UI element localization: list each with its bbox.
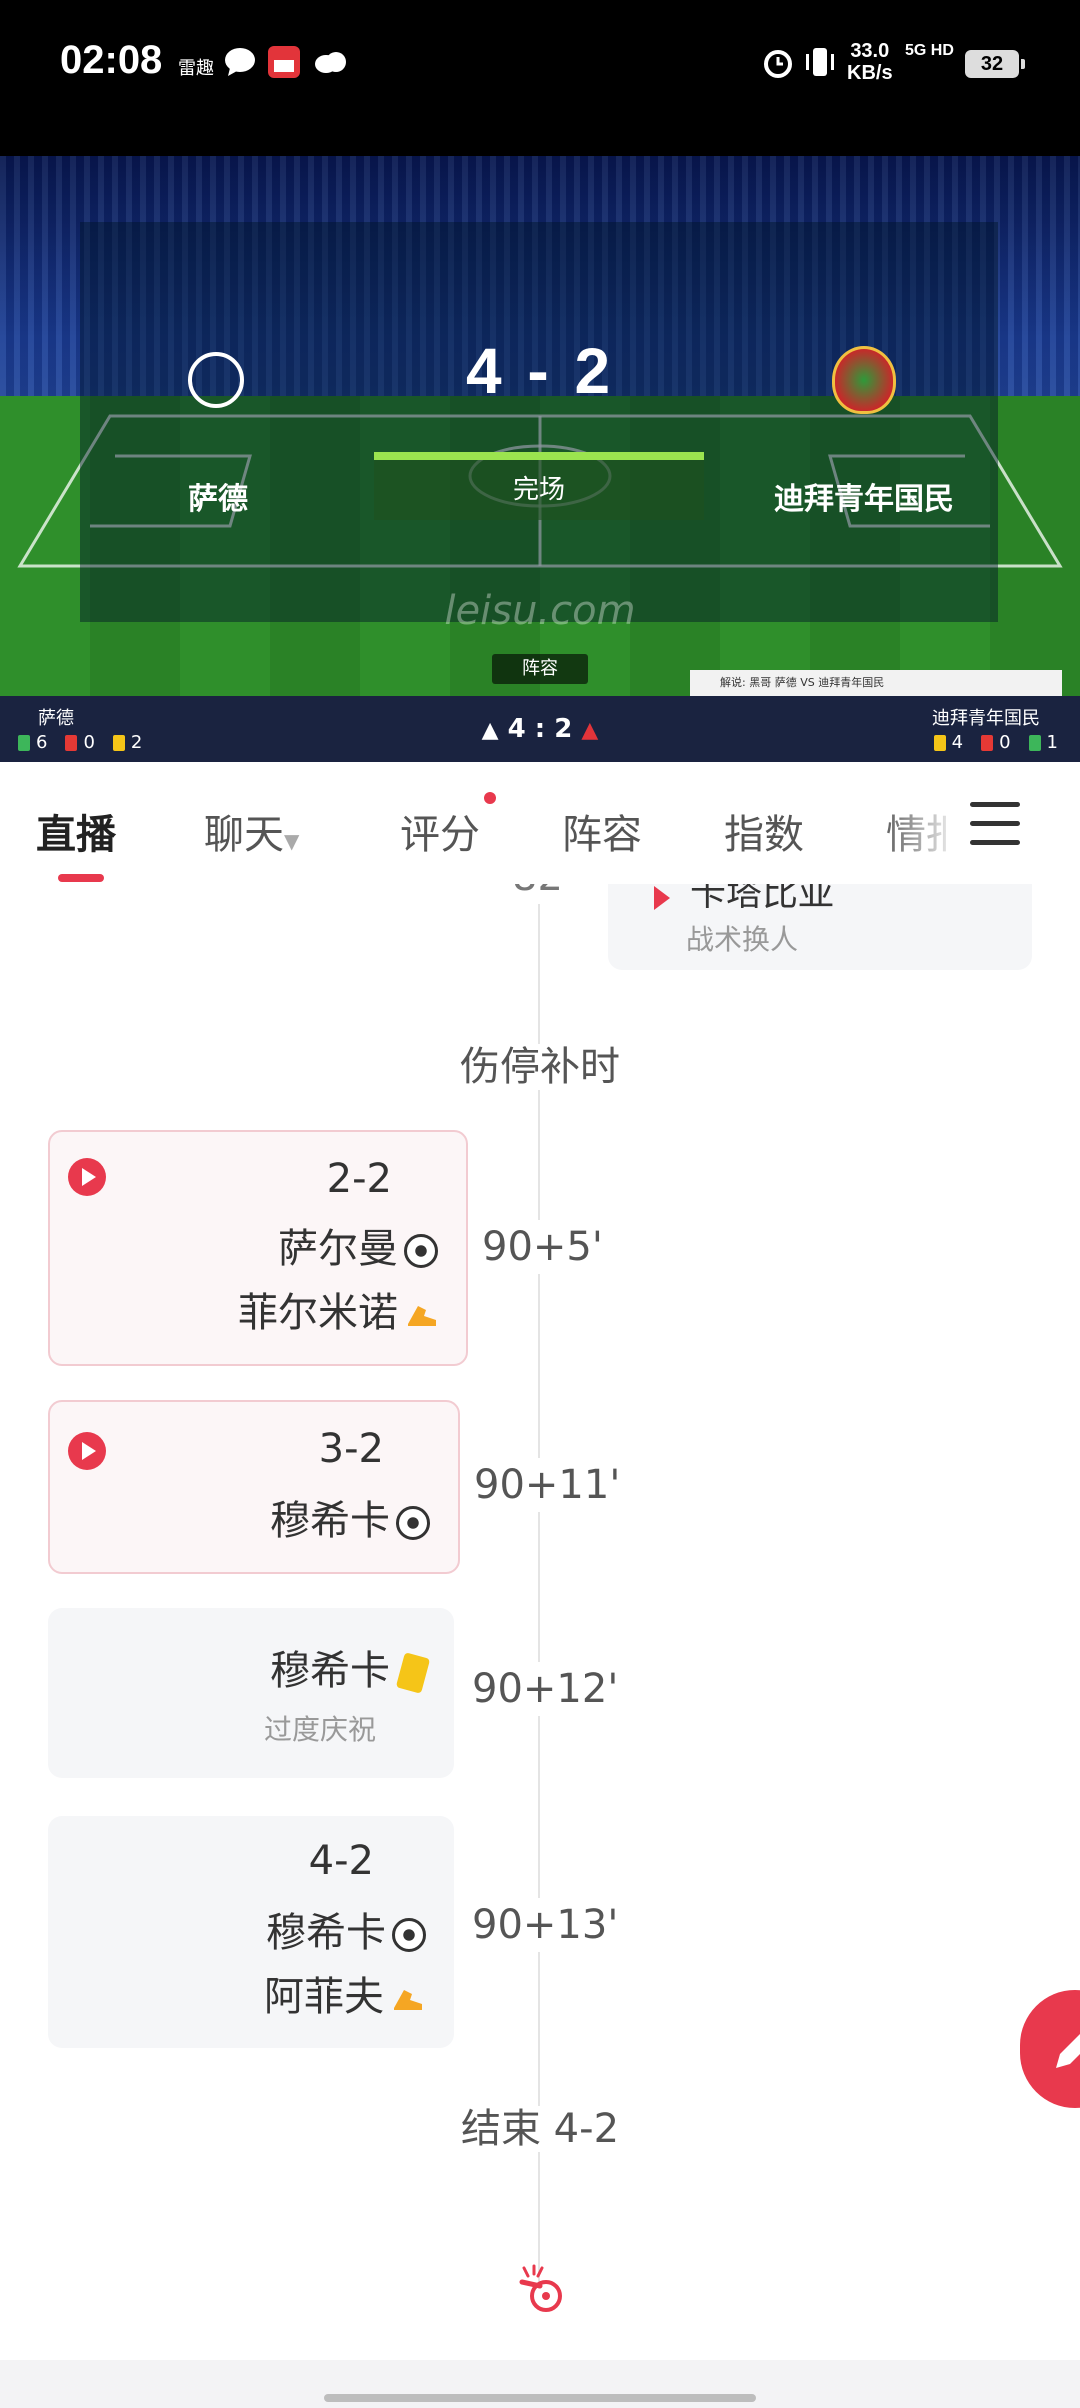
event-score: 3-2	[318, 1426, 384, 1472]
chat-bubble-icon	[225, 48, 255, 76]
tab-bar: 直播 聊天▼ 评分 阵容 指数 情报	[0, 762, 1080, 884]
card-player: 穆希卡	[270, 1638, 431, 1696]
away-yellow-value: 4	[951, 732, 964, 753]
scorer-name: 穆希卡	[270, 1498, 390, 1544]
network-type: 5G HD	[905, 42, 954, 59]
sub-in-arrow-icon	[654, 886, 670, 910]
event-minute: 90+12'	[466, 1662, 625, 1716]
status-app-label: 雷趣	[178, 58, 214, 79]
scorer-name: 萨尔曼	[278, 1226, 398, 1272]
play-icon[interactable]	[68, 1432, 106, 1470]
red-card-icon	[981, 735, 994, 751]
match-score: 4 - 2	[465, 335, 615, 407]
event-minute: 82	[506, 884, 569, 904]
speed-value: 33.0	[850, 40, 890, 62]
match-status: 完场	[374, 460, 704, 520]
vibrate-icon	[806, 48, 834, 76]
soccer-ball-icon	[404, 1234, 438, 1268]
corner-flag-icon	[1028, 735, 1041, 751]
battery-icon: 32	[965, 50, 1025, 78]
assist-name: 菲尔米诺	[238, 1290, 398, 1336]
tab-lineup[interactable]: 阵容	[562, 802, 642, 860]
tab-chat[interactable]: 聊天▼	[204, 802, 299, 860]
speed-unit: KB/s	[847, 62, 893, 84]
goal-scorer: 穆希卡	[270, 1488, 430, 1546]
yellow-card-icon	[395, 1652, 431, 1694]
away-team-name: 迪拜青年国民	[774, 482, 954, 517]
commentator-banner: 解说: 黑哥 萨德 VS 迪拜青年国民	[690, 670, 1062, 696]
away-yellow-cards: 4	[933, 732, 964, 753]
stoppage-time-text: 伤停补时	[452, 1044, 628, 1090]
yellow-card-icon	[933, 735, 946, 751]
status-time: 02:08	[60, 38, 163, 82]
tab-fade	[880, 762, 960, 884]
assist-player: 阿菲夫	[264, 1964, 426, 2022]
match-hero[interactable]: 4 - 2 萨德 迪拜青年国民 完场 leisu.com 阵容 解说: 黑哥 萨…	[0, 156, 1080, 696]
event-score: 4-2	[308, 1838, 374, 1884]
event-score: 2-2	[326, 1156, 392, 1202]
strip-score: ▲ 4 : 2 ▲	[481, 714, 599, 744]
home-team-name: 萨德	[188, 482, 248, 517]
event-minute: 90+5'	[476, 1220, 609, 1274]
watermark: leisu.com	[444, 588, 636, 634]
lineup-button-label: 阵容	[522, 658, 558, 679]
sub-player: 卡塔比亚	[690, 884, 835, 908]
soccer-ball-icon	[392, 1918, 426, 1952]
lineup-button[interactable]: 阵容	[492, 654, 588, 684]
event-minute: 90+13'	[466, 1898, 625, 1952]
tab-live[interactable]: 直播	[36, 802, 116, 860]
network-speed: 33.0 KB/s	[847, 40, 893, 84]
away-corners-value: 1	[1046, 732, 1058, 753]
tab-chat-label: 聊天	[204, 812, 284, 858]
boot-icon	[408, 1306, 436, 1326]
event-minute: 90+11'	[468, 1458, 627, 1512]
sub-note: 战术换人	[686, 923, 799, 956]
away-corners: 1	[1028, 732, 1058, 753]
tab-odds[interactable]: 指数	[724, 802, 804, 860]
tab-rating[interactable]: 评分	[400, 802, 480, 860]
strip-away-name: 迪拜青年国民	[932, 708, 1040, 729]
away-red-cards: 0	[981, 732, 1011, 753]
card-player-name: 穆希卡	[270, 1648, 390, 1694]
chevron-down-icon: ▼	[284, 829, 300, 853]
edit-icon	[1056, 2034, 1080, 2068]
score-overlay	[80, 222, 998, 622]
home-shirt-icon: ▲	[481, 718, 499, 743]
assist-player: 菲尔米诺	[238, 1280, 440, 1338]
match-end-text: 结束 4-2	[452, 2106, 628, 2152]
stoppage-time-label: 伤停补时	[0, 1034, 1080, 1092]
goal-event-card[interactable]: 4-2 穆希卡 阿菲夫	[48, 1816, 454, 2048]
match-end-label: 结束 4-2	[0, 2096, 1080, 2154]
hamburger-menu-icon[interactable]	[970, 802, 1020, 846]
strip-away-score: 2	[554, 714, 573, 744]
app-notification-icon	[268, 46, 300, 78]
boot-icon	[394, 1990, 422, 2010]
goal-event-card[interactable]: 3-2 穆希卡	[48, 1400, 460, 1574]
timeline-axis	[538, 884, 540, 2284]
commentator-text: 解说: 黑哥 萨德 VS 迪拜青年国民	[720, 676, 885, 689]
home-indicator[interactable]	[324, 2394, 756, 2402]
scoreboard-strip: 萨德 6 0 2 ▲ 4 : 2 ▲ 迪拜青年国民 4 0 1	[0, 696, 1080, 762]
goal-event-card[interactable]: 2-2 萨尔曼 菲尔米诺	[48, 1130, 468, 1366]
card-reason: 过度庆祝	[263, 1713, 376, 1746]
substitution-card[interactable]: 卡塔比亚 战术换人	[608, 884, 1032, 970]
yellow-card-event-card[interactable]: 穆希卡 过度庆祝	[48, 1608, 454, 1778]
play-icon[interactable]	[68, 1158, 106, 1196]
whistle-icon	[519, 2264, 562, 2312]
scorer-name: 穆希卡	[266, 1910, 386, 1956]
goal-scorer: 穆希卡	[266, 1900, 426, 1958]
status-bar: 02:08 雷趣 33.0 KB/s 5G HD 32	[0, 0, 1080, 156]
away-shirt-icon: ▲	[581, 718, 599, 743]
away-red-value: 0	[999, 732, 1011, 753]
strip-home-score: 4	[507, 714, 526, 744]
soccer-ball-icon	[396, 1506, 430, 1540]
assist-name: 阿菲夫	[264, 1974, 384, 2020]
active-tab-indicator	[58, 874, 104, 882]
timeline: 82 卡塔比亚 战术换人 伤停补时 2-2 萨尔曼 菲尔米诺 90+5' 3-2…	[0, 884, 1080, 2360]
cloud-icon	[315, 52, 346, 73]
match-progress-bar	[374, 452, 704, 460]
notification-dot	[484, 792, 496, 804]
alarm-icon	[764, 50, 792, 78]
goal-scorer: 萨尔曼	[278, 1216, 438, 1274]
